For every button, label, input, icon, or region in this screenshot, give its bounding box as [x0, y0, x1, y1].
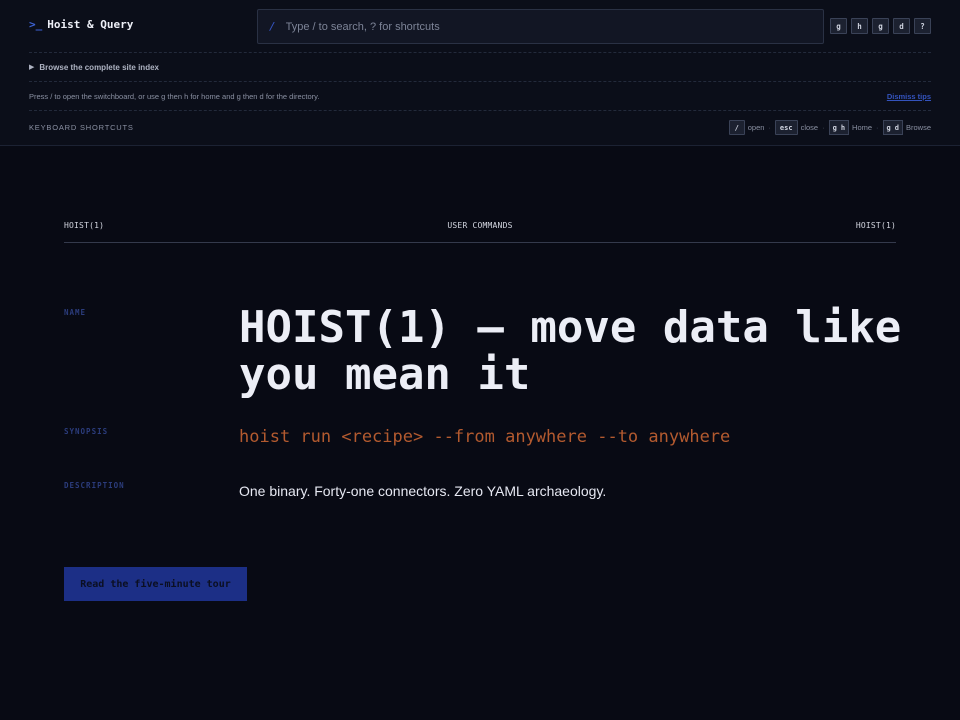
shortcut-keys-g-h: g h [828, 120, 850, 135]
shortcut-key-esc: esc [774, 120, 798, 135]
dismiss-tips-link[interactable]: Dismiss tips [887, 92, 931, 101]
key-chip-g[interactable]: g [830, 18, 847, 34]
manpage-header-left: HOIST(1) [64, 221, 105, 230]
site-index-disclosure[interactable]: ▶ Browse the complete site index [29, 53, 931, 82]
page-title: HOIST(1) — move data like you mean it [239, 302, 902, 400]
name-section-label: NAME [64, 308, 87, 317]
shortcut-action-browse: Browse [905, 123, 931, 132]
shortcut-key-h: h [840, 123, 846, 132]
key-chip-d[interactable]: d [893, 18, 910, 34]
shortcut-action-open: open [747, 123, 765, 132]
brand-logo[interactable]: >_ Hoist & Query [29, 18, 133, 31]
shortcut-keys-g-d: g d [882, 120, 903, 135]
brand-name: Hoist & Query [47, 18, 134, 31]
shortcuts-row: KEYBOARD SHORTCUTS / open · esc close · … [29, 111, 931, 144]
key-chip-help[interactable]: ? [914, 18, 931, 34]
synopsis-section-label: SYNOPSIS [64, 427, 109, 436]
synopsis-command: hoist run <recipe> --from anywhere --to … [239, 427, 731, 447]
key-chip-h[interactable]: h [851, 18, 868, 34]
search-box[interactable]: / [257, 9, 824, 44]
description-text: One binary. Forty-one connectors. Zero Y… [239, 483, 607, 499]
shortcut-action-home: Home [852, 123, 873, 132]
separator: · [822, 123, 825, 132]
disclosure-triangle-icon: ▶ [29, 64, 35, 71]
terminal-prompt-icon: >_ [29, 18, 43, 31]
tour-button[interactable]: Read the five-minute tour [64, 567, 247, 601]
shortcut-key-g: g [832, 123, 837, 132]
shortcut-key-d: d [894, 123, 899, 132]
manpage-header: HOIST(1) USER COMMANDS HOIST(1) [64, 221, 896, 243]
header-row: >_ Hoist & Query / g h g d ? [29, 0, 931, 53]
site-index-label: Browse the complete site index [39, 62, 159, 72]
key-chip-g[interactable]: g [872, 18, 889, 34]
tips-row: Press / to open the switchboard, or use … [29, 82, 931, 111]
key-chips: g h g d ? [830, 18, 931, 34]
separator: · [876, 123, 879, 132]
shortcut-key-g: g [886, 123, 891, 132]
tips-text: Press / to open the switchboard, or use … [29, 91, 320, 101]
slash-icon: / [269, 20, 276, 33]
search-input[interactable] [285, 20, 806, 33]
manpage-header-right: HOIST(1) [855, 221, 896, 230]
top-bar: >_ Hoist & Query / g h g d ? ▶ Browse th… [0, 0, 960, 146]
shortcuts-list: / open · esc close · g h Home · g d Brow… [728, 120, 931, 135]
description-section-label: DESCRIPTION [64, 481, 125, 490]
shortcut-action-close: close [800, 123, 819, 132]
shortcut-key-slash: / [728, 120, 745, 135]
shortcuts-label: KEYBOARD SHORTCUTS [29, 123, 134, 132]
manpage-header-center: USER COMMANDS [447, 221, 513, 230]
separator: · [768, 123, 771, 132]
